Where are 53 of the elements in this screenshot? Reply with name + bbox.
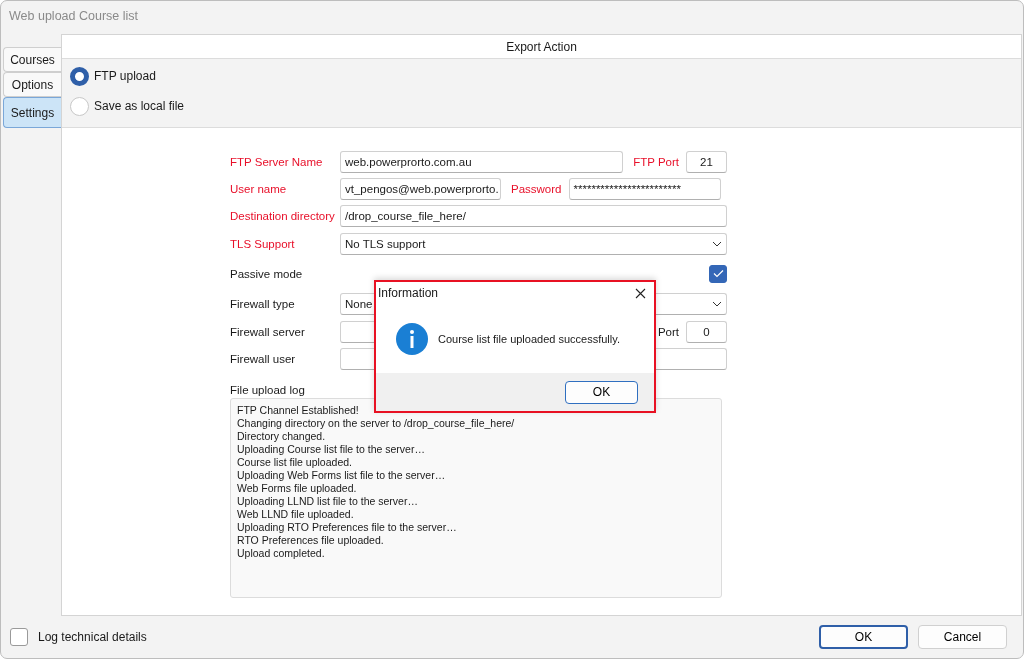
log-line: Uploading LLND list file to the server…: [237, 495, 418, 508]
log-line: FTP Channel Established!: [237, 404, 359, 417]
field-label: Password: [510, 182, 563, 195]
dropdown[interactable]: No TLS support: [340, 232, 727, 255]
log-line: Course list file uploaded.: [237, 456, 352, 469]
text-field[interactable]: vt_pengos@web.powerprorto.: [340, 177, 501, 200]
field-label: FTP Port: [632, 155, 680, 168]
checkbox[interactable]: [10, 628, 28, 646]
chevron-down-icon: [712, 240, 722, 247]
dialog-button[interactable]: OK: [819, 625, 908, 649]
chevron-down-icon: [712, 300, 722, 307]
log-line: Changing directory on the server to /drop_course_file_here/: [237, 417, 515, 430]
log-line: Web Forms file uploaded.: [237, 482, 357, 495]
port-field[interactable]: 21: [686, 150, 727, 173]
dialog-title: Information: [378, 286, 439, 300]
group-title: Export Action: [62, 35, 1021, 59]
field-label: Port: [656, 325, 680, 338]
checkbox-label: Log technical details: [38, 630, 147, 644]
dialog-button[interactable]: Cancel: [918, 625, 1007, 649]
radio-button[interactable]: [70, 66, 89, 86]
close-icon[interactable]: [635, 287, 646, 299]
field-label: Firewall user: [230, 352, 297, 365]
tab[interactable]: Settings: [3, 97, 61, 128]
dialog-message: Course list file uploaded successfully.: [438, 332, 620, 345]
log-line: Uploading RTO Preferences file to the server…: [237, 521, 457, 534]
log-line: Web LLND file uploaded.: [237, 508, 354, 521]
field-label: Firewall type: [230, 297, 296, 310]
log-line: Uploading Web Forms list file to the server…: [237, 469, 446, 482]
password-field[interactable]: ************************: [568, 177, 721, 200]
text-field[interactable]: web.powerprorto.com.au: [340, 150, 624, 173]
ok-button[interactable]: OK: [565, 380, 638, 404]
text-field[interactable]: /drop_course_file_here/: [340, 204, 727, 227]
radio-label: FTP upload: [94, 69, 156, 83]
field-label: Destination directory: [230, 209, 336, 222]
radio-label: Save as local file: [94, 99, 185, 113]
port-field[interactable]: 0: [686, 320, 727, 343]
info-icon: [396, 322, 428, 355]
log-line: Directory changed.: [237, 430, 326, 443]
field-label: Firewall server: [230, 325, 306, 338]
log-line: RTO Preferences file uploaded.: [237, 534, 384, 547]
field-label: TLS Support: [230, 237, 296, 250]
tab[interactable]: Courses: [3, 47, 61, 72]
log-area[interactable]: [230, 398, 722, 598]
checkbox[interactable]: [709, 264, 727, 283]
tab[interactable]: Options: [3, 72, 61, 97]
field-label: User name: [230, 182, 288, 195]
log-line: Uploading Course list file to the server…: [237, 443, 425, 456]
log-title: File upload log: [230, 384, 305, 396]
field-label: Passive mode: [230, 267, 304, 280]
window-title: Web upload Course list: [8, 8, 139, 25]
field-label: FTP Server Name: [230, 155, 324, 168]
checkmark-icon: [712, 269, 724, 278]
log-line: Upload completed.: [237, 547, 325, 560]
